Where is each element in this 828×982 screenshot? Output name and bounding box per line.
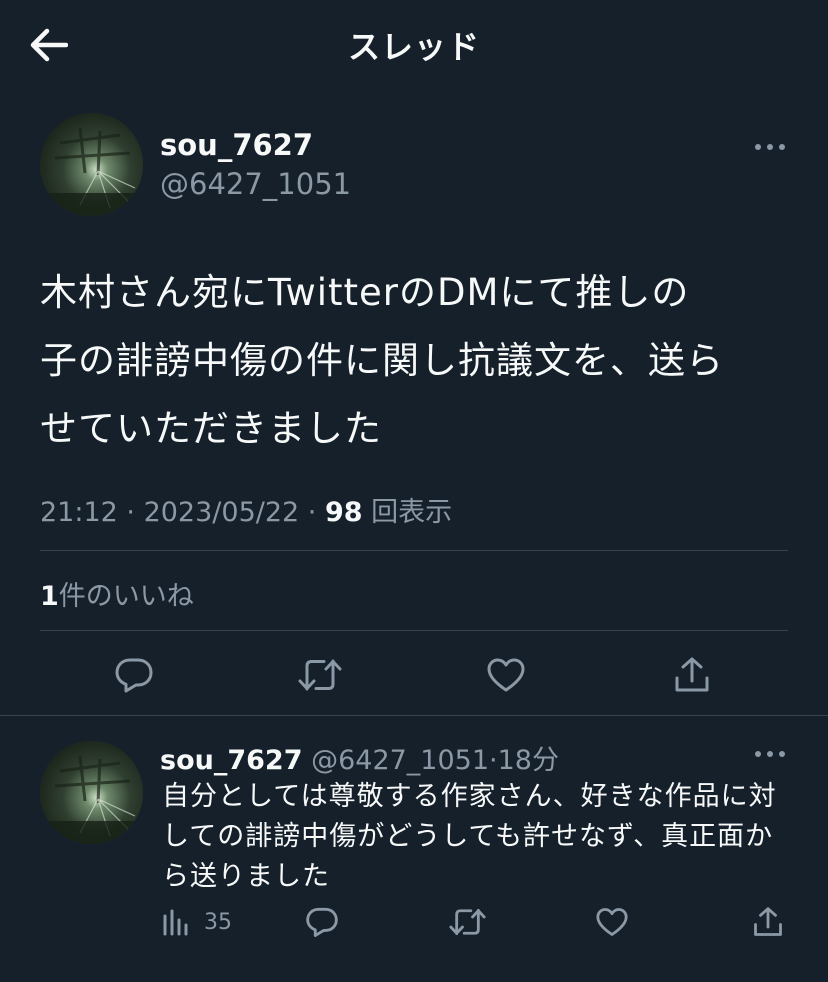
like-button[interactable] — [483, 652, 529, 698]
divider — [0, 715, 828, 716]
bar-chart-icon — [163, 909, 188, 936]
likes-label: 件のいいね — [58, 581, 194, 612]
retweet-button[interactable] — [449, 902, 486, 942]
retweet-icon — [298, 659, 342, 691]
share-icon — [754, 907, 782, 936]
reply-views-count: 35 — [204, 909, 232, 935]
views-label: 回表示 — [371, 497, 453, 528]
share-button[interactable] — [753, 902, 783, 942]
reply-display-name[interactable]: sou_7627 — [160, 745, 303, 776]
page-title: スレッド — [347, 28, 480, 66]
thread-screen: スレッド sou_7627 @6427_1051 木村さん宛にTwitterのD… — [0, 0, 828, 982]
top-bar: スレッド — [0, 0, 828, 92]
avatar-image — [40, 113, 143, 216]
retweet-icon — [449, 908, 486, 936]
heart-icon — [487, 658, 525, 692]
tweet-time[interactable]: 21:12 — [40, 497, 118, 528]
reply-avatar[interactable] — [40, 741, 143, 844]
user-handle[interactable]: @6427_1051 — [160, 167, 351, 201]
tweet-text-line: せていただきました — [40, 407, 382, 450]
divider — [40, 630, 788, 631]
views-count: 98 — [324, 497, 363, 528]
separator-dot: · — [307, 497, 325, 528]
more-dots-icon — [755, 751, 785, 757]
views-button[interactable]: 35 — [162, 902, 232, 942]
avatar-image — [40, 741, 143, 844]
share-icon — [675, 657, 709, 692]
tweet-action-bar — [0, 652, 828, 698]
more-options-button[interactable] — [750, 135, 790, 159]
tweet-text-line: 子の誹謗中傷の件に関し抗議文を、送ら — [40, 339, 724, 382]
tweet-meta: 21:12 · 2023/05/22 · 98 回表示 — [40, 490, 452, 529]
reply-action-bar: 35 — [0, 902, 828, 942]
reply-handle[interactable]: @6427_1051 — [311, 745, 489, 776]
reply-text-line: 自分としては尊敬する作家さん、好きな作品に対 — [162, 781, 777, 812]
tweet-date[interactable]: 2023/05/22 — [144, 497, 300, 528]
reply-header: sou_7627 @6427_1051·18分 — [160, 738, 559, 777]
tweet-text-line: 木村さん宛にTwitterのDMにて推しの — [40, 271, 690, 314]
reply-text-line: ら送りました — [162, 861, 330, 892]
reply-button[interactable] — [111, 652, 157, 698]
reply-time[interactable]: 18分 — [498, 745, 559, 776]
separator-dot: · — [126, 497, 144, 528]
reply-more-options-button[interactable] — [750, 742, 790, 766]
reply-bubble-icon — [306, 907, 338, 937]
like-button[interactable] — [595, 902, 629, 942]
share-button[interactable] — [669, 652, 715, 698]
tweet-text: 木村さん宛にTwitterのDMにて推しの 子の誹謗中傷の件に関し抗議文を、送ら… — [40, 259, 800, 463]
likes-count: 1 — [40, 581, 59, 612]
reply-button[interactable] — [305, 902, 339, 942]
display-name[interactable]: sou_7627 — [160, 128, 313, 162]
separator-dot: · — [489, 745, 498, 776]
divider — [40, 550, 788, 551]
more-dots-icon — [755, 144, 785, 150]
avatar[interactable] — [40, 113, 143, 216]
reply-bubble-icon — [115, 658, 153, 693]
reply-text-line: しての誹謗中傷がどうしても許せなず、真正面か — [162, 821, 774, 852]
reply-text: 自分としては尊敬する作家さん、好きな作品に対 しての誹謗中傷がどうしても許せなず… — [162, 777, 792, 897]
heart-icon — [596, 908, 628, 936]
likes-summary[interactable]: 1件のいいね — [40, 574, 194, 613]
retweet-button[interactable] — [297, 652, 343, 698]
